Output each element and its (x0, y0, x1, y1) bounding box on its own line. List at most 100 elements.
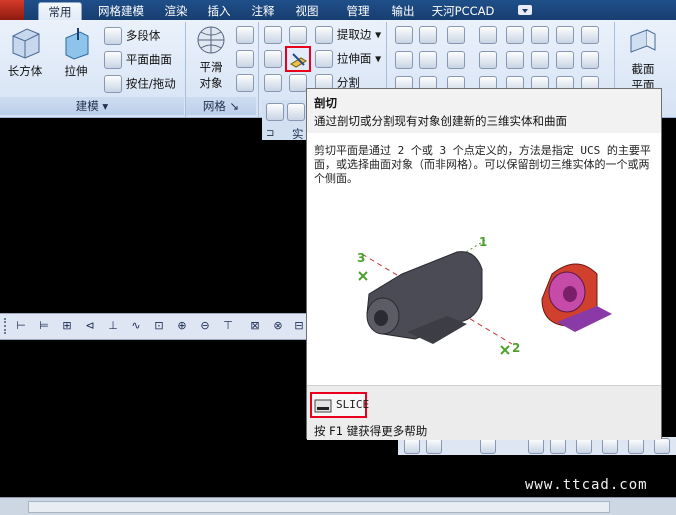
chevron-down-icon (522, 9, 528, 13)
tab-view[interactable]: 视图 (289, 2, 325, 20)
mesh-panel-title[interactable]: 网格 ↘ (186, 97, 256, 115)
intersect-button[interactable] (264, 74, 282, 95)
stretch-icon[interactable] (556, 51, 574, 69)
subtract-button[interactable] (264, 50, 282, 71)
point-label-3: 3 (357, 251, 365, 265)
solid-edit-extra-2[interactable] (287, 103, 305, 124)
thicken-icon (289, 74, 307, 92)
ribbon-minimize-button[interactable] (518, 5, 532, 15)
solid-edit-extra-1[interactable] (266, 103, 284, 124)
move-icon[interactable] (531, 26, 549, 44)
offset-edge-icon (287, 103, 305, 121)
tab-render[interactable]: 渲染 (158, 2, 194, 20)
trim-icon[interactable] (479, 26, 497, 44)
toolbar-tool-icon[interactable]: ⊥ (106, 319, 120, 333)
linetype-icon[interactable] (581, 26, 599, 44)
tooltip-help-hint: 按 F1 键获得更多帮助 (314, 424, 428, 438)
point-label-2: 2 (512, 341, 520, 355)
toolbar-tool-icon[interactable] (654, 438, 670, 454)
toolbar-tool-icon[interactable]: ⊢ (14, 319, 28, 333)
toolbar-grip[interactable] (4, 318, 10, 334)
presspull-button[interactable]: 按住/拖动 (104, 75, 176, 93)
toolbar-tool-icon[interactable]: ⊲ (83, 319, 97, 333)
horizontal-scrollbar[interactable] (28, 501, 610, 513)
mesh-tool-1[interactable] (236, 26, 254, 47)
3d-move-icon[interactable] (506, 26, 524, 44)
circle-icon[interactable] (447, 51, 465, 69)
planar-surface-button[interactable]: 平面曲面 (104, 51, 172, 69)
tab-insert[interactable]: 插入 (201, 2, 237, 20)
thicken-button[interactable] (289, 74, 307, 95)
extrude-button[interactable]: 拉伸 (56, 24, 96, 79)
3d-polyline-icon[interactable] (419, 26, 437, 44)
mesh-sphere-icon (236, 74, 254, 92)
command-line-icon (314, 399, 332, 413)
tab-home[interactable]: 常用 (38, 2, 82, 21)
mesh-cylinder-icon (236, 50, 254, 68)
draw-modify-icon-grid (391, 24, 611, 94)
union-button[interactable] (264, 26, 282, 47)
toolbar-tool-icon[interactable] (628, 438, 644, 454)
toolbar-tool-icon[interactable]: ⊠ (248, 319, 262, 333)
toolbar-tool-icon[interactable] (426, 438, 442, 454)
solid-edit-panel-title[interactable]: 实 (292, 126, 304, 142)
extrude-faces-icon (315, 50, 333, 68)
erase-icon[interactable] (479, 51, 497, 69)
interfere-icon (289, 26, 307, 44)
section-plane-button[interactable]: 截面 平面 (620, 26, 666, 93)
status-bar (0, 497, 676, 515)
watermark: www.ttcad.com (525, 477, 648, 493)
tab-output[interactable]: 输出 (385, 2, 421, 20)
toolbar-tool-icon[interactable]: ⊤ (221, 319, 235, 333)
slice-button[interactable] (285, 46, 311, 72)
tab-tianhe-pccad[interactable]: 天河PCCAD (430, 2, 496, 20)
subtract-icon (264, 50, 282, 68)
toolbar-tool-icon[interactable] (480, 438, 496, 454)
toolbar-tool-icon[interactable]: ⊨ (37, 319, 51, 333)
intersect-icon (264, 74, 282, 92)
mesh-box-icon (236, 26, 254, 44)
dropdown-arrow-icon: ▾ (375, 51, 382, 66)
toolbar-tool-icon[interactable]: ⊞ (60, 319, 74, 333)
toolbar-tool-icon[interactable]: ⊗ (271, 319, 285, 333)
modeling-panel-title[interactable]: 建模 ▾ (0, 97, 184, 115)
mirror-icon[interactable] (556, 26, 574, 44)
mesh-tool-2[interactable] (236, 50, 254, 71)
arc-icon[interactable] (447, 26, 465, 44)
extrude-faces-button[interactable]: 拉伸面 ▾ (315, 50, 381, 68)
toolbar-tool-icon[interactable]: ⊟ (292, 319, 306, 333)
planar-surface-icon (104, 51, 122, 69)
polysolid-button[interactable]: 多段体 (104, 27, 160, 45)
toolbar-tool-icon[interactable]: ⊕ (175, 319, 189, 333)
point-label-1: 1 (479, 235, 487, 249)
toolbar-tool-icon[interactable] (528, 438, 544, 454)
toolbar-tool-icon[interactable] (602, 438, 618, 454)
helix-icon[interactable] (419, 51, 437, 69)
spline-icon[interactable] (395, 51, 413, 69)
tab-mesh-modeling[interactable]: 网格建模 (92, 2, 150, 20)
tab-annotate[interactable]: 注释 (245, 2, 281, 20)
polyline-icon[interactable] (395, 26, 413, 44)
tooltip-summary: 通过剖切或分割现有对象创建新的三维实体和曲面 (314, 114, 567, 128)
toolbar-tool-icon[interactable]: ⊡ (152, 319, 166, 333)
polysolid-icon (104, 27, 122, 45)
toolbar-tool-icon[interactable]: ⊖ (198, 319, 212, 333)
fillet-icon[interactable] (581, 51, 599, 69)
pin-icon[interactable]: ⊐ (266, 128, 274, 139)
mesh-tool-3[interactable] (236, 74, 254, 95)
rotate-icon[interactable] (531, 51, 549, 69)
3d-rotate-icon[interactable] (506, 51, 524, 69)
toolbar-tool-icon[interactable]: ∿ (129, 319, 143, 333)
smooth-object-button[interactable]: 平滑 对象 (190, 24, 232, 91)
toolbar-tool-icon[interactable] (576, 438, 592, 454)
box-button[interactable]: 长方体 (3, 24, 47, 79)
extract-edges-icon (315, 26, 333, 44)
extract-edges-button[interactable]: 提取边 ▾ (315, 26, 381, 44)
slice-command-box: SLICE (310, 392, 369, 418)
interfere-button[interactable] (289, 26, 307, 47)
application-menu-button[interactable] (0, 0, 24, 20)
toolbar-tool-icon[interactable] (550, 438, 566, 454)
slice-tooltip: 剖切 通过剖切或分割现有对象创建新的三维实体和曲面 剪切平面是通过 2 个或 3… (306, 88, 662, 440)
toolbar-tool-icon[interactable] (404, 438, 420, 454)
tab-manage[interactable]: 管理 (340, 2, 376, 20)
